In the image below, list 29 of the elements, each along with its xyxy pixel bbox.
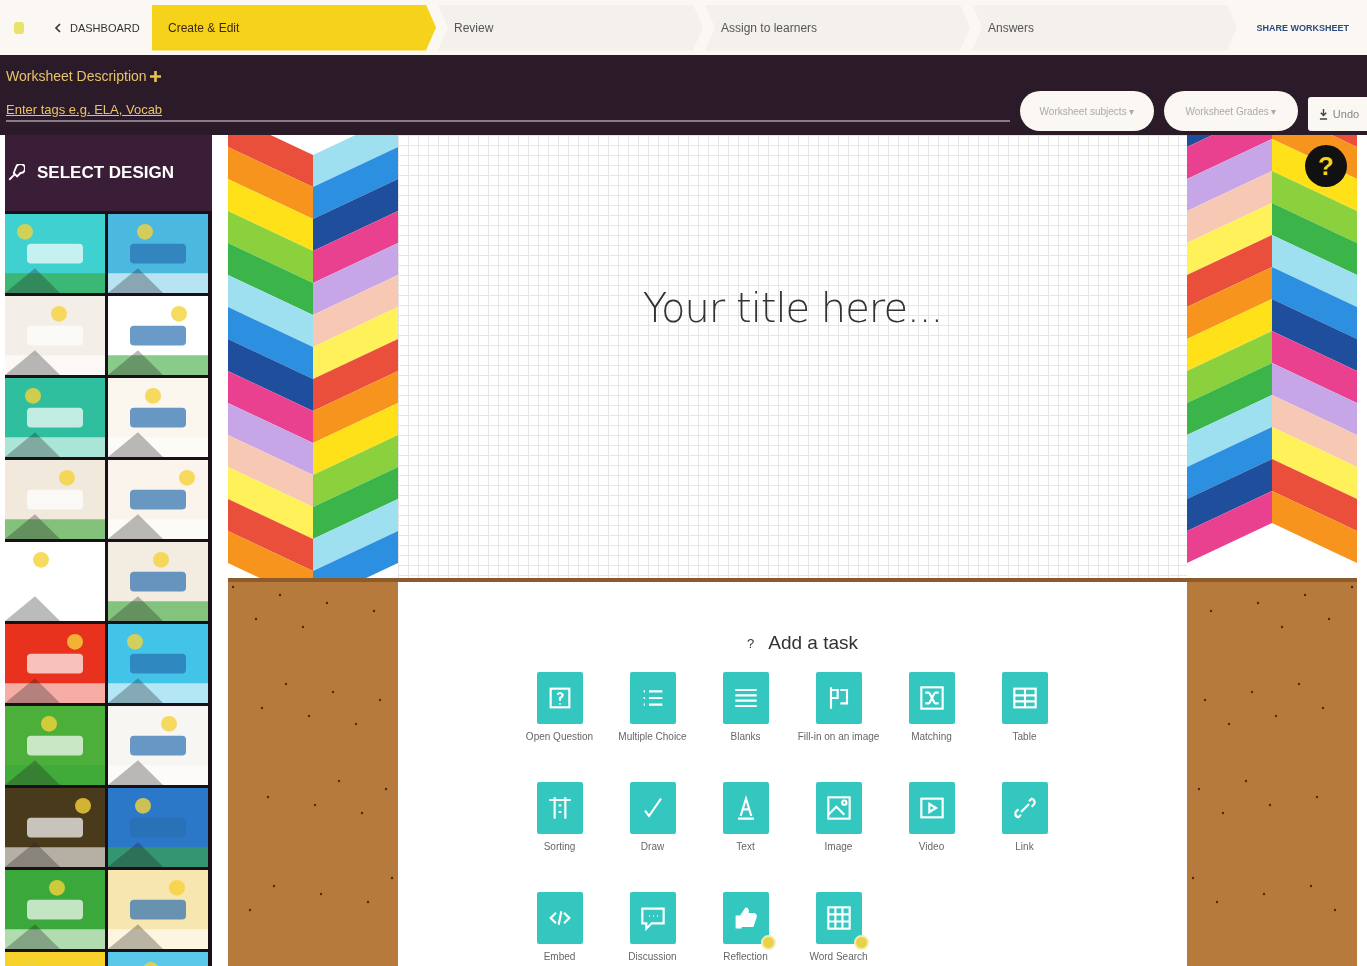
question-mark-icon: ? — [747, 635, 755, 651]
task-button[interactable]: Discussion — [606, 892, 699, 966]
tags-link[interactable]: Enter tags e.g. ELA, Vocab — [6, 102, 163, 117]
task-button[interactable]: Embed — [513, 892, 606, 966]
task-button[interactable]: Fill-in on an image — [792, 672, 885, 774]
worksheet-title[interactable]: Your title here... — [642, 285, 943, 341]
step-tab[interactable]: Answers — [972, 4, 1237, 51]
task-button[interactable]: Reflection — [699, 892, 792, 966]
share-worksheet-link[interactable]: SHARE WORKSHEET — [1256, 22, 1349, 33]
task-button[interactable]: Text — [699, 782, 792, 884]
task-button[interactable]: Image — [792, 782, 885, 884]
task-button[interactable]: Sorting — [513, 782, 606, 884]
task-button[interactable]: Draw — [606, 782, 699, 884]
step-tab[interactable]: Create & Edit — [152, 4, 436, 51]
task-button[interactable]: Multiple Choice — [606, 672, 699, 774]
step-tab[interactable]: Review — [438, 4, 703, 51]
undo-button[interactable]: Undo — [1308, 97, 1367, 131]
task-button[interactable]: Matching — [885, 672, 978, 774]
sidebar-title: SELECT DESIGN — [37, 163, 174, 183]
step-tab[interactable]: Assign to learners — [705, 4, 970, 51]
task-button[interactable]: Blanks — [699, 672, 792, 774]
task-button[interactable]: Word Search — [792, 892, 885, 966]
dashboard-link[interactable]: DASHBOARD — [54, 21, 152, 34]
add-task-heading: Add a task — [768, 632, 858, 654]
task-button[interactable]: Video — [885, 782, 978, 884]
task-button[interactable]: Link — [978, 782, 1071, 884]
task-button[interactable]: Table — [978, 672, 1071, 774]
task-button[interactable]: Open Question — [513, 672, 606, 774]
description-label: Worksheet Description — [6, 68, 147, 84]
